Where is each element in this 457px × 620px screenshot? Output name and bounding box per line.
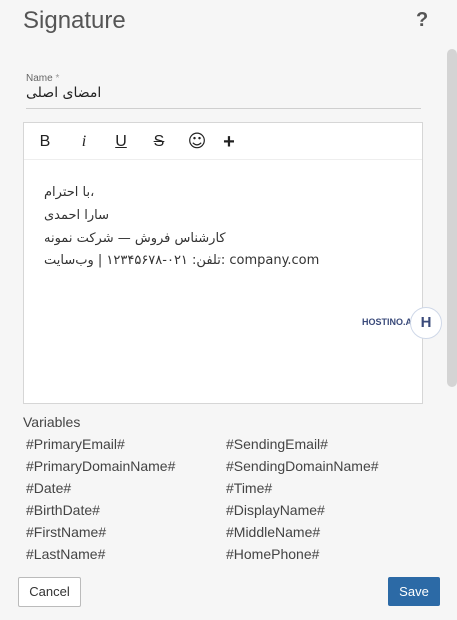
variable-item[interactable]: #SendingEmail# [226,436,328,452]
variable-item[interactable]: #PrimaryEmail# [26,436,125,452]
variable-item[interactable]: #FirstName# [26,524,106,540]
variable-item[interactable]: #PrimaryDomainName# [26,458,175,474]
help-icon[interactable]: ? [416,9,428,32]
underline-button[interactable]: U [110,131,132,153]
name-field-value: امضای اصلی [26,85,102,101]
bold-button[interactable]: B [34,131,56,153]
signature-line: کارشناس فروش — شرکت نمونه [44,231,226,246]
italic-button[interactable]: i [73,131,95,153]
dialog-title: Signature [23,7,126,34]
dialog-header: Signature ? [0,0,457,44]
variable-item[interactable]: #SendingDomainName# [226,458,379,474]
variable-item[interactable]: #HomePhone# [226,546,319,562]
variable-item[interactable]: #BirthDate# [26,502,100,518]
emoji-icon[interactable]: ☺ [186,131,208,153]
variable-item[interactable]: #Time# [226,480,272,496]
watermark-text: HOSTINO.AI [362,317,415,327]
strikethrough-button[interactable]: S [148,131,170,153]
insert-plus-icon[interactable]: + [218,131,240,153]
variable-item[interactable]: #LastName# [26,546,105,562]
scrollbar[interactable] [447,49,457,387]
name-label-text: Name [26,73,53,84]
editor-toolbar: B i U S ☺ + [24,123,422,160]
variables-title: Variables [23,414,81,430]
name-field-label: Name * [26,73,59,84]
signature-line: با احترام، [44,185,95,200]
hostino-watermark: HOSTINO.AI H [362,307,448,339]
hostino-logo-icon: H [410,307,442,339]
variable-item[interactable]: #MiddleName# [226,524,320,540]
signature-line: سارا احمدی [44,208,110,223]
signature-line: تلفن: ۰۲۱-۱۲۳۴۵۶۷۸ | وب‌سایت: company.co… [44,253,320,268]
variable-item[interactable]: #Date# [26,480,71,496]
required-mark: * [55,73,60,84]
signature-editor[interactable]: B i U S ☺ + با احترام، سارا احمدی کارشنا… [23,122,442,404]
name-field[interactable]: امضای اصلی [26,84,421,109]
cancel-button[interactable]: Cancel [18,577,81,607]
save-button[interactable]: Save [388,577,440,606]
variable-item[interactable]: #DisplayName# [226,502,325,518]
